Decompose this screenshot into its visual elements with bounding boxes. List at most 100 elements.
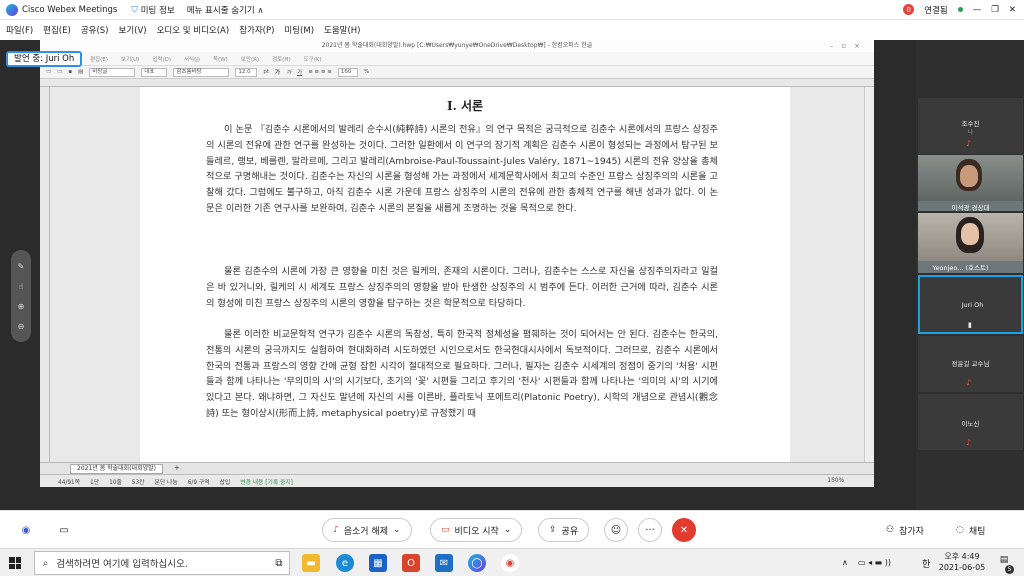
- status-line: 10줄: [109, 479, 122, 486]
- windows-taskbar: ⌕ 검색하려면 여기에 입력하십시오. ⧉ ▬ e ▦ O ✉ ◯ ◉ ∧ ▭ …: [0, 548, 1024, 576]
- document-menu: 편집(E) 보기(U) 입력(D) 서식(J) 쪽(W) 보안(R) 검토(H)…: [40, 52, 874, 66]
- share-button[interactable]: ⇪ 공유: [538, 518, 590, 542]
- annotation-toolbar[interactable]: ✎ ☝ ⊕ ⊖: [11, 250, 31, 342]
- document-toolbar: ▭ ▭ ▪ ▤ 바탕글 대표 함초롬바탕 12.0 pt 가 가 가 ≡ ≡ ≡…: [40, 66, 874, 79]
- style-select: 바탕글: [89, 67, 136, 77]
- status-track-changes: 변경 내용 [기록 중지]: [240, 479, 293, 486]
- chrome-icon[interactable]: ◉: [501, 554, 519, 572]
- notification-button[interactable]: ▤ 5: [996, 555, 1014, 574]
- zoom-in-icon[interactable]: ⊕: [18, 302, 25, 311]
- chevron-down-icon: ⌄: [393, 525, 401, 535]
- participant-tile[interactable]: 이노신 ♪: [918, 394, 1023, 450]
- hide-menubar-button[interactable]: 메뉴 표시줄 숨기기 ∧: [187, 4, 264, 16]
- windows-start-icon[interactable]: [9, 557, 21, 569]
- participant-name: 정윤길 교수님: [951, 360, 990, 368]
- participant-tile-active[interactable]: Juri Oh ▮: [918, 275, 1023, 334]
- document-paragraph: 이 논문 『김춘수 시론에서의 발레리 순수시(純粹詩) 시론의 전유』의 연구…: [206, 124, 718, 214]
- ime-indicator[interactable]: 한: [922, 557, 930, 570]
- participant-name: 이노신: [961, 420, 980, 428]
- document-heading: I. 서론: [446, 99, 484, 113]
- mail-icon[interactable]: ✉: [435, 554, 453, 572]
- captions-icon[interactable]: ▭: [52, 518, 76, 542]
- menu-file[interactable]: 파일(F): [6, 24, 33, 36]
- chevron-down-icon: ⌄: [503, 525, 512, 535]
- doc-menu-edit: 편집(E): [90, 56, 108, 63]
- menu-participants[interactable]: 참가자(P): [239, 24, 274, 36]
- tray-icons[interactable]: ▭ ◂ ▬ )): [858, 558, 891, 567]
- menu-audio-video[interactable]: 오디오 및 비디오(A): [157, 24, 230, 36]
- participant-name: Juri Oh: [961, 301, 984, 309]
- close-button[interactable]: ✕: [1009, 5, 1016, 15]
- more-options-button[interactable]: ···: [638, 518, 662, 542]
- participant-name: Yeonjeo... (호스트): [932, 264, 989, 272]
- chat-icon: ◌: [956, 525, 964, 535]
- add-tab-icon: +: [174, 464, 180, 472]
- menu-view[interactable]: 보기(V): [119, 24, 147, 36]
- active-speaker-badge: 발언 중: Juri Oh: [6, 51, 83, 67]
- menu-meeting[interactable]: 미팅(M): [284, 24, 314, 36]
- status-col: 53칸: [131, 479, 145, 486]
- reactions-button[interactable]: ☺: [604, 518, 628, 542]
- connection-ok-icon: [957, 7, 963, 12]
- annotate-icon[interactable]: ✎: [18, 262, 25, 271]
- participants-label: 참가자: [899, 526, 924, 537]
- participant-name: 조수진: [961, 120, 980, 128]
- participant-tile[interactable]: 이석광 경상대: [918, 155, 1023, 212]
- doc-menu-security: 보안(R): [240, 56, 260, 63]
- unmute-button[interactable]: ♪ 음소거 해제 ⌄: [322, 518, 412, 542]
- clock-time: 오후 4:49: [944, 552, 980, 561]
- participant-tile[interactable]: 정윤길 교수님 ♪: [918, 336, 1023, 392]
- document-paragraph: 물론 이러한 비교문학적 연구가 김춘수 시론의 독창성, 특히 한국적 정체성…: [206, 329, 718, 419]
- webex-taskbar-icon[interactable]: ◯: [468, 554, 486, 572]
- task-view-icon[interactable]: ⧉: [270, 554, 288, 572]
- participant-name: 이석광 경상대: [951, 204, 990, 212]
- doc-menu-tools: 도구(K): [303, 56, 322, 63]
- status-sec: 6/9 구역: [187, 479, 210, 486]
- document-scrollbar: [864, 87, 874, 462]
- shield-icon: ⛉: [131, 4, 138, 15]
- store-icon[interactable]: ▦: [369, 554, 387, 572]
- save-icon: ▪: [68, 69, 73, 75]
- file-explorer-icon[interactable]: ▬: [302, 554, 320, 572]
- tray-chevron-icon[interactable]: ∧: [842, 558, 848, 567]
- bold-button: 가: [275, 70, 281, 76]
- participant-tile[interactable]: Yeonjeo... (호스트): [918, 213, 1023, 273]
- participants-button[interactable]: ⚇ 참가자: [876, 518, 934, 542]
- doc-menu-format: 서식(J): [183, 56, 201, 63]
- menu-share[interactable]: 공유(S): [81, 24, 109, 36]
- close-icon: ✕: [679, 524, 689, 536]
- taskbar-search-input[interactable]: ⌕ 검색하려면 여기에 입력하십시오.: [34, 551, 290, 575]
- taskbar-clock[interactable]: 오후 4:49 2021-06-05: [938, 551, 986, 573]
- pointer-icon[interactable]: ☝: [19, 282, 24, 291]
- smiley-icon: ☺: [610, 524, 622, 536]
- document-window-buttons: –▫×: [829, 42, 868, 50]
- person-icon: ⚇: [886, 525, 895, 535]
- underline-button: 가: [297, 70, 303, 76]
- restore-button[interactable]: ❐: [991, 5, 999, 15]
- assistant-icon[interactable]: ◉: [14, 518, 38, 542]
- font-size-select: 12.0: [235, 67, 258, 77]
- edge-icon[interactable]: e: [336, 554, 354, 572]
- app-menubar: 파일(F) 편집(E) 공유(S) 보기(V) 오디오 및 비디오(A) 참가자…: [0, 20, 1024, 40]
- notification-icon: ▤: [999, 555, 1009, 565]
- font-type-select: 대표: [141, 67, 168, 77]
- shared-document-window: 2021년 봄 학술대회(대회양말).hwp [C:₩Users₩yunye₩O…: [40, 40, 874, 487]
- start-video-button[interactable]: ▭ 비디오 시작 ⌄: [430, 518, 523, 542]
- meeting-info-button[interactable]: ⛉ 미팅 정보: [131, 4, 174, 16]
- status-mode: 삽입: [219, 479, 231, 486]
- align-icons: ≡ ≡ ≡ ≡: [308, 69, 332, 75]
- zoom-out-icon[interactable]: ⊖: [18, 322, 25, 331]
- chat-button[interactable]: ◌ 채팅: [946, 518, 996, 542]
- office-icon[interactable]: O: [402, 554, 420, 572]
- menu-help[interactable]: 도움말(H): [324, 24, 360, 36]
- chat-label: 채팅: [968, 526, 986, 537]
- participant-tile[interactable]: 조수진 나 ♪: [918, 98, 1023, 154]
- muted-mic-icon: ♪: [966, 378, 972, 387]
- video-off-icon: ▭: [441, 525, 450, 535]
- menu-edit[interactable]: 편집(E): [43, 24, 71, 36]
- leave-meeting-button[interactable]: ✕: [672, 518, 696, 542]
- connection-badge: 0: [903, 4, 915, 15]
- webex-logo-icon: [6, 3, 18, 16]
- minimize-button[interactable]: —: [973, 5, 982, 15]
- new-doc-icon: ▭: [46, 69, 52, 75]
